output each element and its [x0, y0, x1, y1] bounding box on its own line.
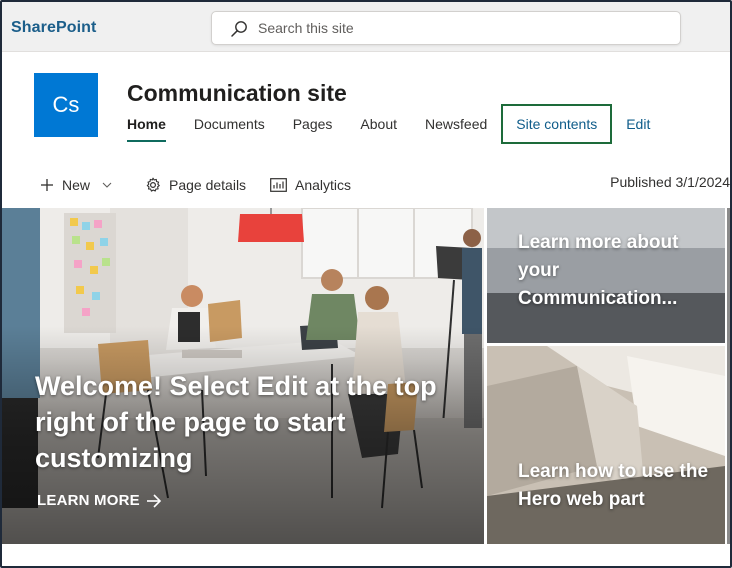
hero-web-part: Welcome! Select Edit at the top right of… — [2, 208, 730, 548]
hero-tile-top-right-text: Learn more about your Communication... — [518, 232, 679, 309]
hero-tile-bottom-right-text: Learn how to use the Hero web part — [518, 461, 709, 510]
nav-item-home[interactable]: Home — [127, 104, 180, 144]
suite-bar: SharePoint — [2, 2, 730, 52]
site-navigation: Home Documents Pages About Newsfeed Site… — [127, 104, 664, 144]
site-title[interactable]: Communication site — [127, 80, 347, 107]
published-date: Published 3/1/2024 — [610, 174, 730, 190]
search-box[interactable] — [211, 11, 681, 45]
nav-item-site-contents[interactable]: Site contents — [501, 104, 613, 144]
page-details-label: Page details — [169, 177, 247, 193]
hero-headline[interactable]: Welcome! Select Edit at the top right of… — [35, 368, 455, 476]
arrow-right-icon — [146, 493, 161, 508]
hero-tile-top-right[interactable]: Learn more about your Communication... — [487, 208, 725, 343]
nav-item-newsfeed[interactable]: Newsfeed — [411, 104, 501, 144]
plus-icon — [41, 179, 53, 191]
page-details-button[interactable]: Page details — [145, 174, 246, 196]
nav-item-about[interactable]: About — [346, 104, 411, 144]
hero-tile-edge — [727, 208, 730, 544]
new-button-label: New — [62, 177, 91, 193]
hero-tile-bottom-right[interactable]: Learn how to use the Hero web part — [487, 346, 725, 544]
chevron-down-icon — [102, 182, 112, 188]
search-icon — [231, 21, 247, 37]
learn-more-link[interactable]: LEARN MORE — [37, 492, 162, 509]
learn-more-label: LEARN MORE — [37, 492, 140, 509]
analytics-icon — [270, 178, 287, 192]
new-button[interactable]: New — [40, 174, 120, 196]
site-logo[interactable]: Cs — [34, 73, 98, 137]
hero-tile-main[interactable]: Welcome! Select Edit at the top right of… — [2, 208, 484, 544]
gear-icon — [146, 177, 160, 192]
browser-frame: SharePoint Cs Communication site Home Do… — [0, 0, 732, 568]
command-bar: New Page details Analytics Published 3/1… — [2, 168, 730, 200]
sharepoint-brand-link[interactable]: SharePoint — [11, 19, 96, 37]
search-input[interactable] — [258, 12, 658, 44]
architecture-image — [487, 346, 725, 544]
analytics-label: Analytics — [295, 177, 352, 193]
nav-item-edit[interactable]: Edit — [612, 104, 664, 144]
nav-item-pages[interactable]: Pages — [279, 104, 347, 144]
analytics-button[interactable]: Analytics — [270, 174, 351, 196]
nav-item-documents[interactable]: Documents — [180, 104, 279, 144]
